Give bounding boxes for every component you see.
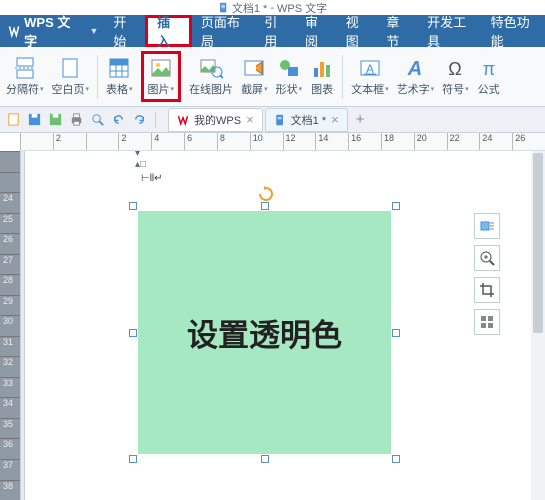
page-break-button[interactable]: 分隔符▾ bbox=[6, 56, 44, 97]
grid-icon bbox=[479, 314, 495, 330]
resize-handle-tl[interactable] bbox=[129, 202, 137, 210]
screenshot-button[interactable]: 截屏▾ bbox=[241, 56, 268, 97]
vertical-scrollbar[interactable] bbox=[531, 151, 545, 500]
selected-image-frame[interactable]: 设置透明色 bbox=[133, 206, 396, 459]
app-dropdown[interactable]: ▼ bbox=[83, 15, 104, 47]
blank-page-button[interactable]: 空白页▾ bbox=[52, 56, 90, 97]
undo-icon[interactable] bbox=[111, 112, 126, 127]
doctab-mywps[interactable]: 我的WPS × bbox=[168, 108, 263, 132]
shapes-icon bbox=[277, 56, 301, 80]
resize-handle-l[interactable] bbox=[129, 329, 137, 337]
print-preview-icon[interactable] bbox=[90, 112, 105, 127]
tab-view[interactable]: 视图 bbox=[337, 15, 378, 47]
wordart-button[interactable]: A 艺术字▾ bbox=[397, 56, 435, 97]
zoom-in-icon bbox=[479, 250, 495, 266]
tab-developer[interactable]: 开发工具 bbox=[418, 15, 481, 47]
print-icon[interactable] bbox=[69, 112, 84, 127]
resize-handle-r[interactable] bbox=[392, 329, 400, 337]
zoom-button[interactable] bbox=[474, 245, 500, 271]
resize-handle-tr[interactable] bbox=[392, 202, 400, 210]
wps-icon bbox=[177, 114, 189, 126]
scrollbar-thumb[interactable] bbox=[533, 153, 543, 333]
indent-marker[interactable]: ▾▴□ bbox=[135, 151, 146, 170]
doc-icon bbox=[274, 114, 286, 126]
page-canvas[interactable]: ▾▴□ ⊢ll↵ 设置透明色 bbox=[25, 151, 545, 500]
equation-icon: π bbox=[477, 56, 501, 80]
text-cursor: ⊢ll↵ bbox=[141, 173, 163, 184]
resize-handle-t[interactable] bbox=[261, 202, 269, 210]
picture-icon bbox=[149, 56, 173, 80]
menubar: WPS 文字 ▼ 开始 插入 页面布局 引用 审阅 视图 章节 开发工具 特色功… bbox=[0, 15, 545, 47]
rotate-icon bbox=[258, 186, 274, 202]
blank-page-icon bbox=[58, 56, 82, 80]
resize-handle-bl[interactable] bbox=[129, 455, 137, 463]
equation-button[interactable]: π 公式 bbox=[477, 56, 501, 97]
table-button[interactable]: 表格▾ bbox=[106, 56, 133, 97]
floating-image-tools bbox=[474, 213, 500, 335]
tab-features[interactable]: 特色功能 bbox=[482, 15, 545, 47]
textbox-button[interactable]: A 文本框▾ bbox=[351, 56, 389, 97]
layout-options-button[interactable] bbox=[474, 213, 500, 239]
doc-tabs: 我的WPS × 文档1 * × + bbox=[164, 108, 539, 132]
svg-text:Ω: Ω bbox=[449, 59, 462, 79]
tab-section[interactable]: 章节 bbox=[377, 15, 418, 47]
save-icon[interactable] bbox=[27, 112, 42, 127]
picture-button[interactable]: 图片▾ bbox=[148, 56, 175, 97]
symbol-icon: Ω bbox=[443, 56, 467, 80]
close-icon[interactable]: × bbox=[331, 112, 339, 127]
online-picture-button[interactable]: 在线图片 bbox=[189, 56, 233, 97]
workspace: 2 2 4 6 8 10 12 14 16 18 20 22 24 26 24 … bbox=[0, 133, 545, 500]
more-options-button[interactable] bbox=[474, 309, 500, 335]
table-icon bbox=[107, 56, 131, 80]
crop-button[interactable] bbox=[474, 277, 500, 303]
vertical-ruler[interactable]: 24 25 26 27 28 29 30 31 32 33 34 35 36 3… bbox=[0, 151, 20, 500]
ribbon-separator bbox=[342, 55, 343, 99]
resize-handle-br[interactable] bbox=[392, 455, 400, 463]
textbox-icon: A bbox=[358, 56, 382, 80]
screenshot-icon bbox=[242, 56, 266, 80]
page-break-icon bbox=[13, 56, 37, 80]
tab-review[interactable]: 审阅 bbox=[296, 15, 337, 47]
horizontal-ruler[interactable]: 2 2 4 6 8 10 12 14 16 18 20 22 24 26 bbox=[20, 133, 545, 151]
resize-handle-b[interactable] bbox=[261, 455, 269, 463]
tab-home[interactable]: 开始 bbox=[104, 15, 145, 47]
wps-logo-icon bbox=[8, 24, 20, 38]
save-as-icon[interactable] bbox=[48, 112, 63, 127]
qat-separator bbox=[155, 112, 156, 128]
shapes-button[interactable]: 形状▾ bbox=[276, 56, 303, 97]
tab-page-layout[interactable]: 页面布局 bbox=[192, 15, 255, 47]
svg-text:A: A bbox=[407, 58, 422, 80]
app-menu[interactable]: WPS 文字 bbox=[0, 15, 83, 47]
ribbon: 分隔符▾ 空白页▾ 表格▾ 图片▾ 在线图片 截屏▾ 形状▾ 图表 A 文本框▾… bbox=[0, 47, 545, 107]
image-text: 设置透明色 bbox=[187, 310, 342, 355]
close-icon[interactable]: × bbox=[246, 112, 254, 127]
rotate-handle[interactable] bbox=[258, 186, 274, 202]
redo-icon[interactable] bbox=[132, 112, 147, 127]
crop-icon bbox=[479, 282, 495, 298]
quick-access-toolbar: 我的WPS × 文档1 * × + bbox=[0, 107, 545, 133]
new-file-icon[interactable] bbox=[6, 112, 21, 127]
add-tab-button[interactable]: + bbox=[350, 111, 371, 128]
doctab-document1[interactable]: 文档1 * × bbox=[265, 108, 348, 132]
picture-highlight: 图片▾ bbox=[141, 51, 182, 102]
tab-insert[interactable]: 插入 bbox=[145, 15, 192, 47]
symbol-button[interactable]: Ω 符号▾ bbox=[442, 56, 469, 97]
ribbon-separator bbox=[97, 55, 98, 99]
svg-text:π: π bbox=[482, 59, 494, 79]
tab-references[interactable]: 引用 bbox=[255, 15, 296, 47]
chart-button[interactable]: 图表 bbox=[310, 56, 334, 97]
wordart-icon: A bbox=[403, 56, 427, 80]
chart-icon bbox=[310, 56, 334, 80]
inserted-image[interactable]: 设置透明色 bbox=[138, 211, 391, 454]
online-picture-icon bbox=[199, 56, 223, 80]
layout-icon bbox=[479, 218, 495, 234]
